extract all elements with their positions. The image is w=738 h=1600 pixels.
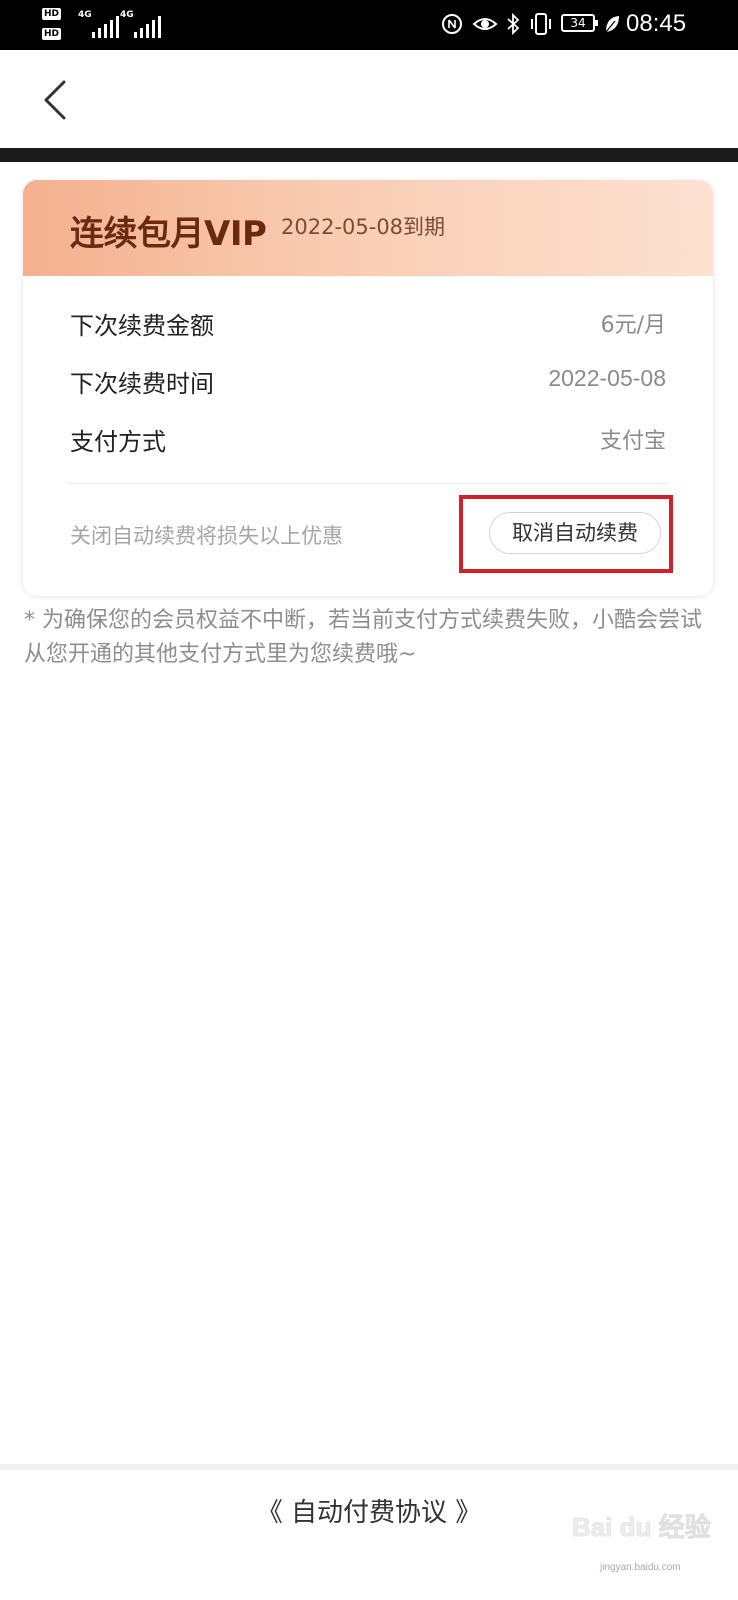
- info-row-time: 下次续费时间 2022-05-08: [70, 360, 666, 400]
- nav-divider: [0, 148, 738, 162]
- baidu-watermark-logo: Bai du 经验: [572, 1512, 711, 1543]
- hd-badge-1: HD: [42, 8, 62, 20]
- nav-bar: [0, 50, 738, 148]
- battery-tip: [595, 20, 598, 26]
- info-row-amount: 下次续费金额 6元/月: [70, 302, 666, 342]
- hd-badge-2: HD: [42, 28, 62, 40]
- watermark-brand: Bai du 经验: [572, 1512, 711, 1542]
- nfc-icon: [442, 14, 462, 34]
- status-bar: HD HD 4G 4G 34 08:45: [0, 0, 738, 50]
- footer-divider: [0, 1464, 738, 1470]
- chevron-left-icon: [44, 80, 66, 120]
- bluetooth-icon: [507, 12, 520, 36]
- back-button[interactable]: [36, 76, 76, 124]
- eye-icon: [472, 18, 498, 30]
- info-label: 支付方式: [70, 428, 166, 456]
- watermark-url: jingyan.baidu.com: [600, 1562, 681, 1573]
- warning-text: 关闭自动续费将损失以上优惠: [70, 524, 343, 548]
- info-value: 6元/月: [600, 313, 666, 338]
- info-row-payment: 支付方式 支付宝: [70, 418, 666, 458]
- highlight-box: [459, 495, 673, 573]
- info-value: 支付宝: [599, 429, 666, 454]
- card-title: 连续包月VIP: [70, 214, 267, 254]
- vibrate-icon: [531, 13, 551, 35]
- leaf-icon: [605, 16, 619, 33]
- expire-date: 2022-05-08到期: [281, 215, 446, 239]
- info-label: 下次续费时间: [70, 370, 214, 398]
- note-text: * 为确保您的会员权益不中断，若当前支付方式续费失败，小酷会尝试从您开通的其他支…: [24, 608, 702, 667]
- status-right: 34 08:45: [440, 8, 720, 42]
- info-value: 2022-05-08: [548, 365, 666, 391]
- card-divider: [68, 483, 668, 484]
- info-label: 下次续费金额: [70, 312, 214, 340]
- battery-icon: 34: [561, 14, 595, 32]
- clock: 08:45: [626, 10, 687, 37]
- card-header: 连续包月VIP 2022-05-08到期: [23, 180, 713, 276]
